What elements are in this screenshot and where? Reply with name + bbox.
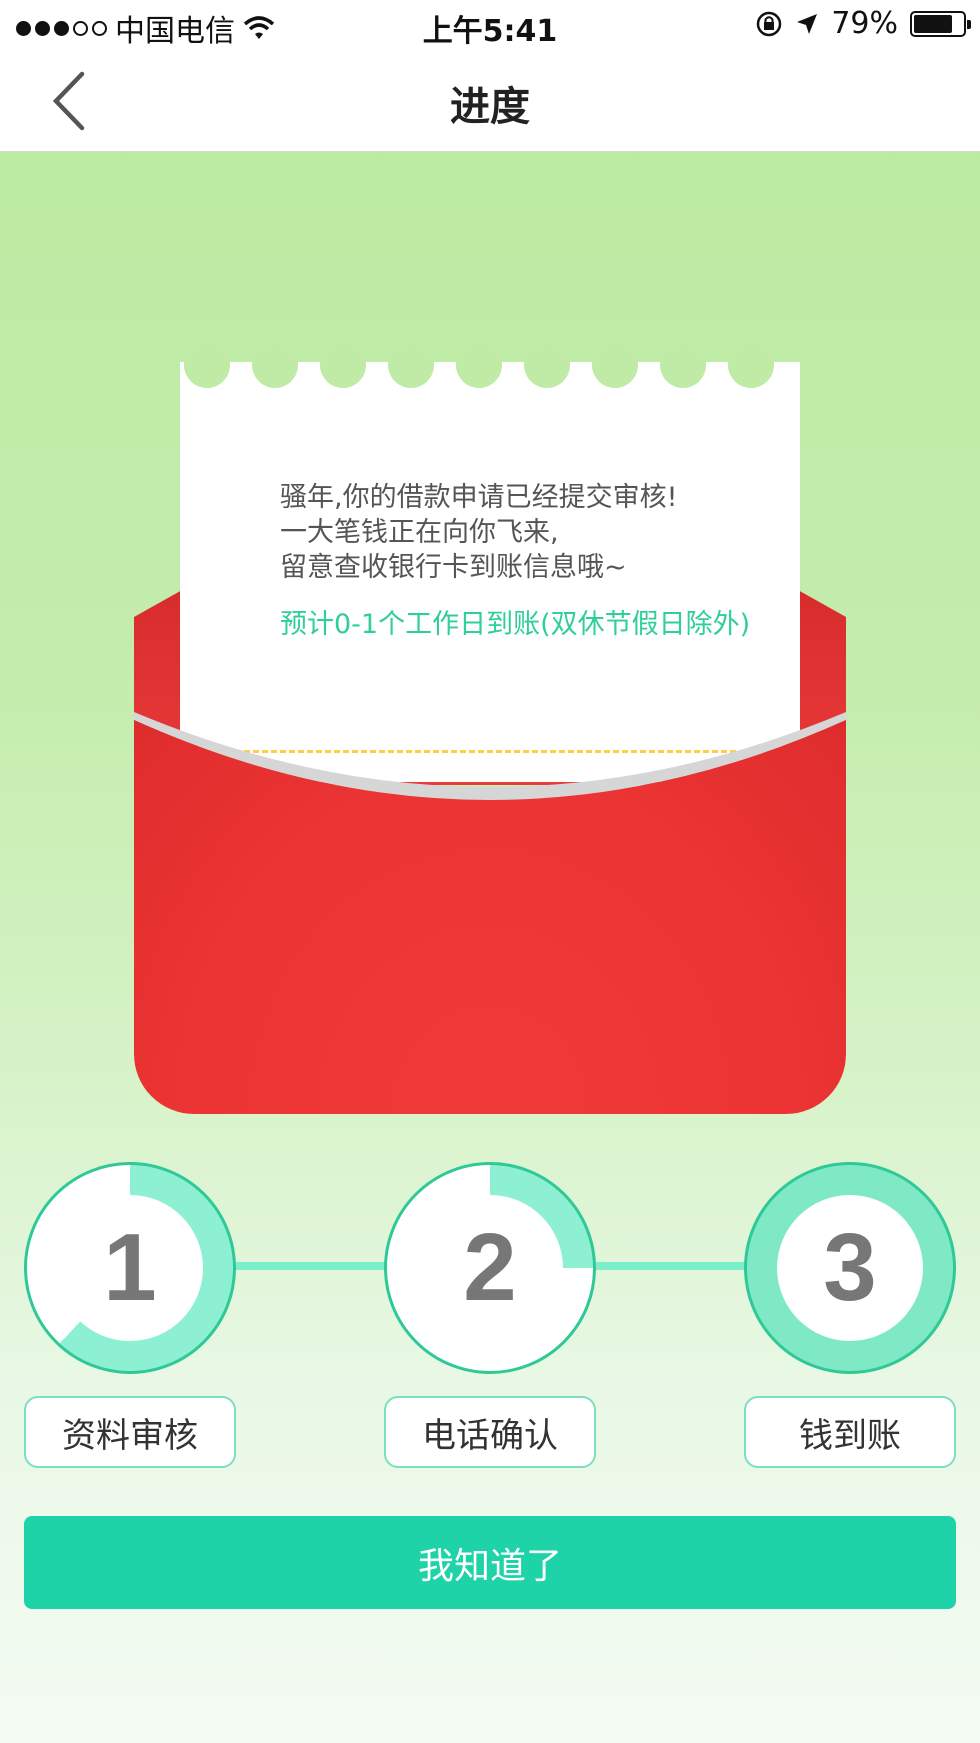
arrival-estimate-note: 预计0-1个工作日到账(双休节假日除外) — [280, 609, 751, 640]
status-right: 79% — [755, 6, 971, 41]
step-connector-1-2 — [236, 1262, 386, 1270]
step-number: 2 — [417, 1195, 563, 1341]
status-bar: 中国电信 上午5:41 79% — [0, 0, 980, 50]
step-progress-ring: 2 — [384, 1162, 596, 1374]
step-label-phone-confirm[interactable]: 电话确认 — [384, 1396, 596, 1468]
letter-card: 骚年,你的借款申请已经提交审核! 一大笔钱正在向你飞来, 留意查收银行卡到账信息… — [164, 342, 816, 782]
step-3: 3 钱到账 — [744, 1162, 956, 1468]
got-it-button[interactable]: 我知道了 — [24, 1516, 956, 1609]
letter-line-3: 留意查收银行卡到账信息哦~ — [280, 552, 627, 583]
page-title: 进度 — [450, 84, 530, 130]
step-number: 3 — [777, 1195, 923, 1341]
battery-icon — [910, 10, 971, 37]
step-label-data-review[interactable]: 资料审核 — [24, 1396, 236, 1468]
location-arrow-icon — [797, 13, 818, 34]
battery-percent: 79% — [831, 6, 898, 41]
step-label-money-arrived[interactable]: 钱到账 — [744, 1396, 956, 1468]
orientation-lock-icon — [757, 11, 782, 36]
step-number: 1 — [57, 1195, 203, 1341]
step-1: 1 资料审核 — [24, 1162, 236, 1468]
step-connector-2-3 — [596, 1262, 746, 1270]
letter-line-1: 骚年,你的借款申请已经提交审核! — [280, 482, 678, 513]
step-2: 2 电话确认 — [384, 1162, 596, 1468]
dashed-divider — [190, 750, 790, 753]
letter-message: 骚年,你的借款申请已经提交审核! 一大笔钱正在向你飞来, 留意查收银行卡到账信息… — [280, 480, 677, 585]
letter-line-2: 一大笔钱正在向你飞来, — [280, 517, 559, 548]
navigation-bar: 进度 — [0, 50, 980, 152]
step-progress-ring: 1 — [24, 1162, 236, 1374]
step-progress-ring: 3 — [744, 1162, 956, 1374]
